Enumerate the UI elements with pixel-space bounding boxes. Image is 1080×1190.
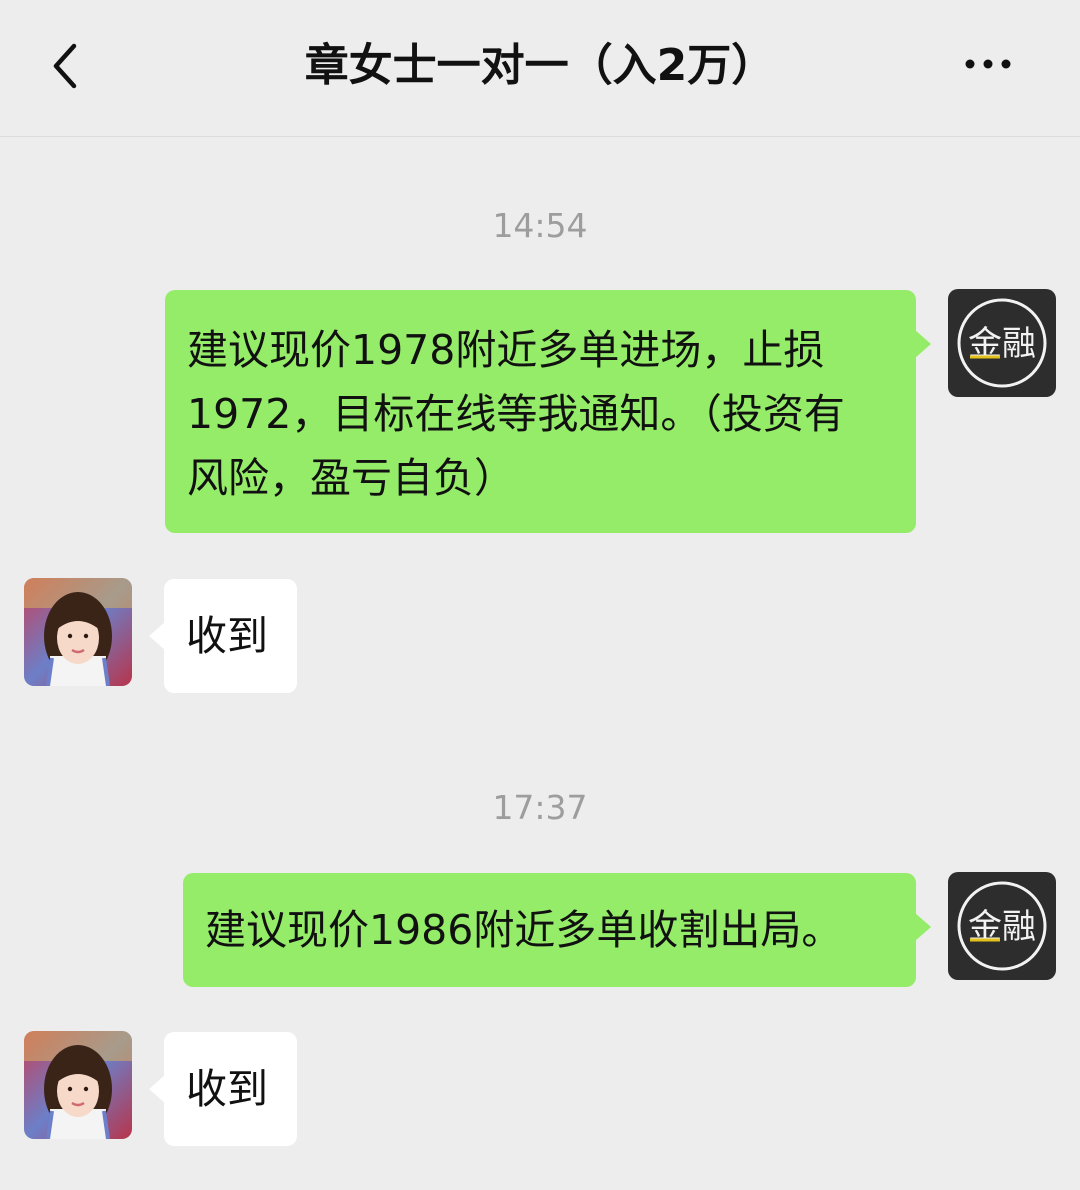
- woman-portrait-icon: [24, 578, 132, 686]
- woman-portrait-icon: [24, 1031, 132, 1139]
- more-button[interactable]: [956, 46, 1036, 86]
- finance-logo-icon: 金融: [948, 872, 1056, 980]
- outgoing-message-bubble[interactable]: 建议现价1978附近多单进场，止损1972，目标在线等我通知。（投资有风险，盈亏…: [165, 290, 916, 533]
- contact-avatar[interactable]: [24, 1031, 132, 1139]
- message-text: 收到: [186, 612, 268, 660]
- message-text: 收到: [186, 1065, 268, 1113]
- timestamp: 17:37: [492, 788, 588, 827]
- incoming-message-bubble[interactable]: 收到: [164, 1032, 297, 1146]
- chat-title: 章女士一对一（入2万）: [304, 40, 776, 91]
- self-avatar[interactable]: 金融: [948, 289, 1056, 397]
- contact-avatar[interactable]: [24, 578, 132, 686]
- self-avatar[interactable]: 金融: [948, 872, 1056, 980]
- message-text: 建议现价1986附近多单收割出局。: [205, 906, 843, 954]
- finance-logo-icon: 金融: [948, 289, 1056, 397]
- more-dots-icon: [965, 59, 1011, 69]
- chat-header: 章女士一对一（入2万）: [0, 0, 1080, 137]
- bubble-tail: [915, 330, 931, 358]
- bubble-tail: [915, 913, 931, 941]
- bubble-tail: [149, 1075, 165, 1103]
- timestamp: 14:54: [492, 206, 588, 245]
- outgoing-message-bubble[interactable]: 建议现价1986附近多单收割出局。: [183, 873, 916, 987]
- bubble-tail: [149, 622, 165, 650]
- incoming-message-bubble[interactable]: 收到: [164, 579, 297, 693]
- message-text: 建议现价1978附近多单进场，止损1972，目标在线等我通知。（投资有风险，盈亏…: [187, 326, 845, 502]
